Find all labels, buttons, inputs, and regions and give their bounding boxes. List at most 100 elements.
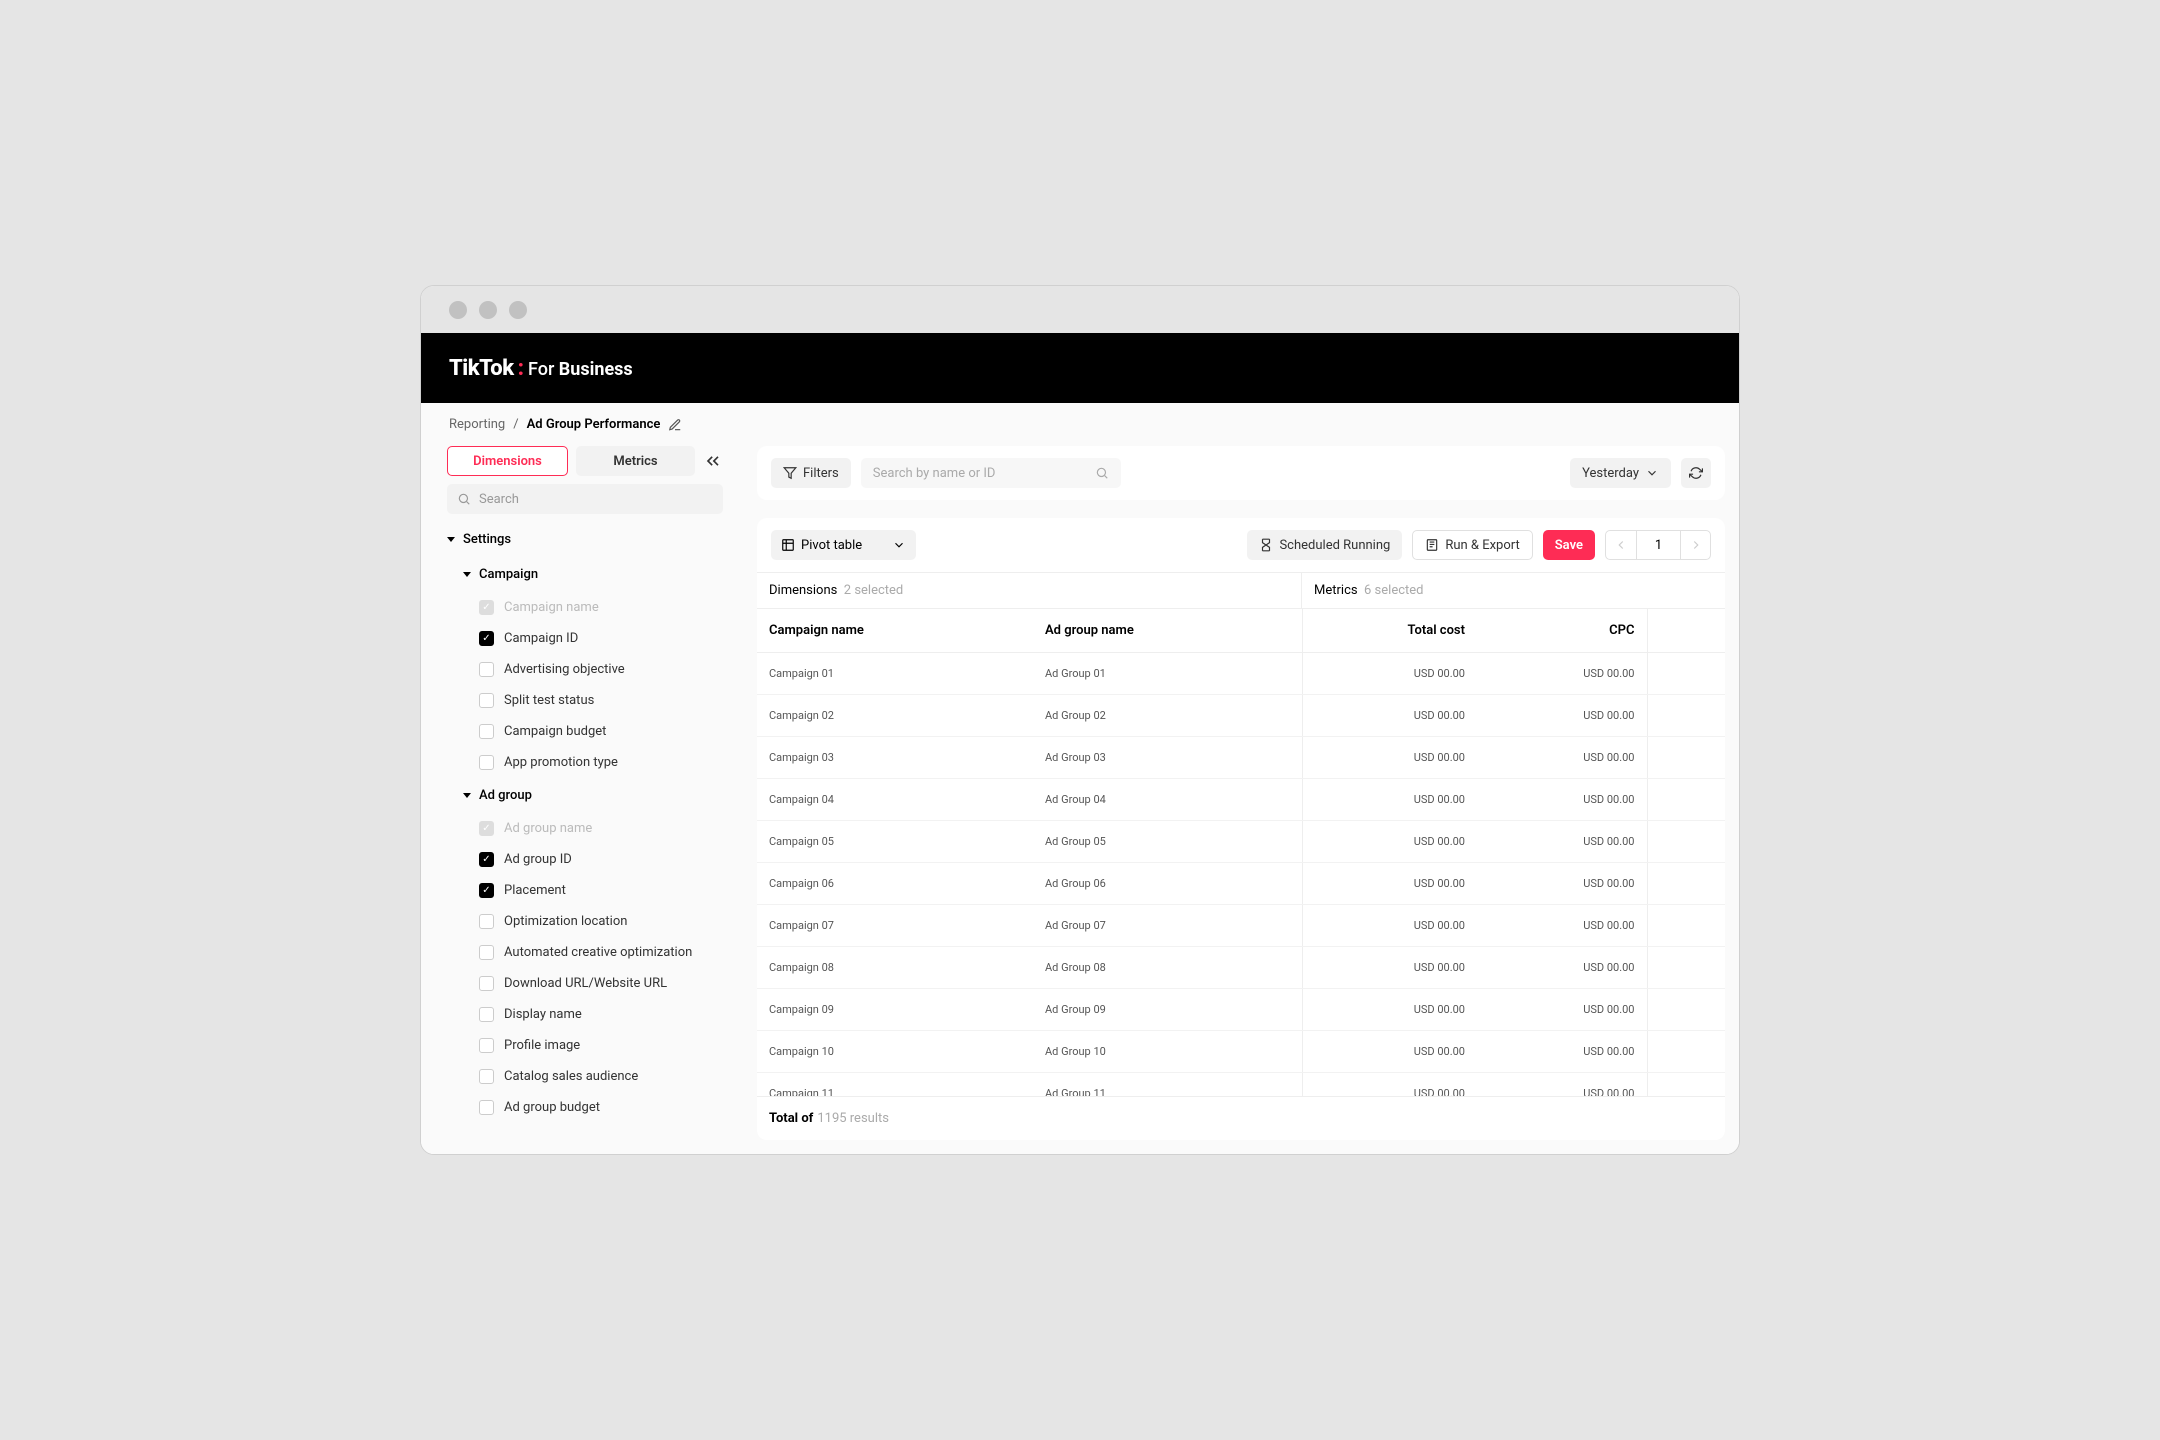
scheduled-label: Scheduled Running: [1279, 538, 1390, 553]
footer-prefix: Total of: [769, 1111, 813, 1126]
save-button[interactable]: Save: [1543, 530, 1595, 560]
metrics-section-label: Metrics: [1314, 583, 1358, 598]
cell-campaign: Campaign 05: [757, 821, 1033, 863]
cell-spacer: [1647, 821, 1725, 863]
checkbox-icon[interactable]: [479, 631, 494, 646]
daterange-label: Yesterday: [1582, 466, 1639, 481]
tree-item[interactable]: Campaign budget: [435, 716, 723, 747]
tab-dimensions[interactable]: Dimensions: [447, 446, 568, 476]
table-row[interactable]: Campaign 10Ad Group 10USD 00.00USD 00.00: [757, 1031, 1725, 1073]
table-row[interactable]: Campaign 06Ad Group 06USD 00.00USD 00.00: [757, 863, 1725, 905]
cell-cpc: USD 00.00: [1477, 863, 1647, 905]
traffic-zoom-icon[interactable]: [509, 301, 527, 319]
tree-item-label: Campaign ID: [504, 631, 578, 646]
checkbox-icon[interactable]: [479, 693, 494, 708]
col-total-cost[interactable]: Total cost: [1302, 609, 1477, 653]
table-scroll[interactable]: Campaign name Ad group name Total cost C…: [757, 609, 1725, 1096]
tree-item[interactable]: App promotion type: [435, 747, 723, 778]
tree-item-label: Placement: [504, 883, 566, 898]
top-nav: TikTok : For Business: [421, 333, 1739, 403]
tree-item[interactable]: Automated creative optimization: [435, 937, 723, 968]
col-campaign[interactable]: Campaign name: [757, 609, 1033, 653]
cell-campaign: Campaign 03: [757, 737, 1033, 779]
table-row[interactable]: Campaign 11Ad Group 11USD 00.00USD 00.00: [757, 1073, 1725, 1097]
tree-item[interactable]: Placement: [435, 875, 723, 906]
cell-cpc: USD 00.00: [1477, 695, 1647, 737]
cell-adgroup: Ad Group 09: [1033, 989, 1302, 1031]
tree-settings-header[interactable]: Settings: [435, 522, 723, 557]
checkbox-icon[interactable]: [479, 852, 494, 867]
filters-button[interactable]: Filters: [771, 458, 851, 488]
edit-icon[interactable]: [668, 418, 682, 432]
tree-item[interactable]: Campaign ID: [435, 623, 723, 654]
traffic-close-icon[interactable]: [449, 301, 467, 319]
tree-item[interactable]: Catalog sales audience: [435, 1061, 723, 1092]
collapse-sidebar-icon[interactable]: [703, 451, 723, 471]
sidebar-search[interactable]: Search: [447, 484, 723, 514]
checkbox-icon[interactable]: [479, 883, 494, 898]
cell-campaign: Campaign 09: [757, 989, 1033, 1031]
checkbox-icon[interactable]: [479, 1007, 494, 1022]
daterange-button[interactable]: Yesterday: [1570, 458, 1671, 488]
refresh-button[interactable]: [1681, 458, 1711, 488]
refresh-icon: [1689, 466, 1703, 480]
tree-item-label: Advertising objective: [504, 662, 625, 677]
dimension-tree[interactable]: Settings Campaign Campaign name Campaign …: [435, 522, 735, 1140]
pivot-table-icon: [781, 538, 795, 552]
checkbox-icon[interactable]: [479, 914, 494, 929]
search-input[interactable]: Search by name or ID: [861, 458, 1121, 488]
tree-item[interactable]: Split test status: [435, 685, 723, 716]
cell-spacer: [1647, 653, 1725, 695]
tree-item[interactable]: Ad group budget: [435, 1092, 723, 1123]
traffic-minimize-icon[interactable]: [479, 301, 497, 319]
breadcrumb-parent[interactable]: Reporting: [449, 417, 505, 432]
logo[interactable]: TikTok : For Business: [449, 356, 633, 381]
cell-adgroup: Ad Group 04: [1033, 779, 1302, 821]
cell-campaign: Campaign 11: [757, 1073, 1033, 1097]
checkbox-icon[interactable]: [479, 1038, 494, 1053]
tree-item-label: Campaign name: [504, 600, 599, 615]
tree-item[interactable]: Download URL/Website URL: [435, 968, 723, 999]
tree-campaign-header[interactable]: Campaign: [435, 557, 723, 592]
cell-adgroup: Ad Group 05: [1033, 821, 1302, 863]
tree-item-label: Campaign budget: [504, 724, 606, 739]
view-type-dropdown[interactable]: Pivot table: [771, 530, 916, 560]
cell-adgroup: Ad Group 08: [1033, 947, 1302, 989]
tree-item[interactable]: Advertising objective: [435, 654, 723, 685]
checkbox-icon[interactable]: [479, 724, 494, 739]
tab-metrics[interactable]: Metrics: [576, 446, 695, 476]
tree-item[interactable]: Profile image: [435, 1030, 723, 1061]
col-cpc[interactable]: CPC: [1477, 609, 1647, 653]
scheduled-running-button[interactable]: Scheduled Running: [1247, 530, 1402, 560]
col-adgroup[interactable]: Ad group name: [1033, 609, 1302, 653]
cell-cpc: USD 00.00: [1477, 653, 1647, 695]
tree-item[interactable]: Ad group ID: [435, 844, 723, 875]
tree-item[interactable]: Optimization location: [435, 906, 723, 937]
cell-cpc: USD 00.00: [1477, 905, 1647, 947]
cell-spacer: [1647, 905, 1725, 947]
tree-adgroup-header[interactable]: Ad group: [435, 778, 723, 813]
checkbox-icon[interactable]: [479, 976, 494, 991]
pager-next[interactable]: [1680, 531, 1710, 559]
tree-item[interactable]: Display name: [435, 999, 723, 1030]
table-row[interactable]: Campaign 05Ad Group 05USD 00.00USD 00.00: [757, 821, 1725, 863]
caret-down-icon: [447, 537, 455, 542]
table-row[interactable]: Campaign 09Ad Group 09USD 00.00USD 00.00: [757, 989, 1725, 1031]
checkbox-icon[interactable]: [479, 945, 494, 960]
cell-spacer: [1647, 863, 1725, 905]
checkbox-icon[interactable]: [479, 1100, 494, 1115]
tree-item-label: Optimization location: [504, 914, 627, 929]
run-export-button[interactable]: Run & Export: [1412, 530, 1532, 560]
table-row[interactable]: Campaign 04Ad Group 04USD 00.00USD 00.00: [757, 779, 1725, 821]
table-row[interactable]: Campaign 01Ad Group 01USD 00.00USD 00.00: [757, 653, 1725, 695]
sidebar-search-placeholder: Search: [479, 492, 519, 507]
table-row[interactable]: Campaign 02Ad Group 02USD 00.00USD 00.00: [757, 695, 1725, 737]
cell-cpc: USD 00.00: [1477, 737, 1647, 779]
table-row[interactable]: Campaign 03Ad Group 03USD 00.00USD 00.00: [757, 737, 1725, 779]
pager-prev[interactable]: [1606, 531, 1636, 559]
table-row[interactable]: Campaign 08Ad Group 08USD 00.00USD 00.00: [757, 947, 1725, 989]
table-row[interactable]: Campaign 07Ad Group 07USD 00.00USD 00.00: [757, 905, 1725, 947]
checkbox-icon[interactable]: [479, 1069, 494, 1084]
checkbox-icon[interactable]: [479, 662, 494, 677]
checkbox-icon[interactable]: [479, 755, 494, 770]
